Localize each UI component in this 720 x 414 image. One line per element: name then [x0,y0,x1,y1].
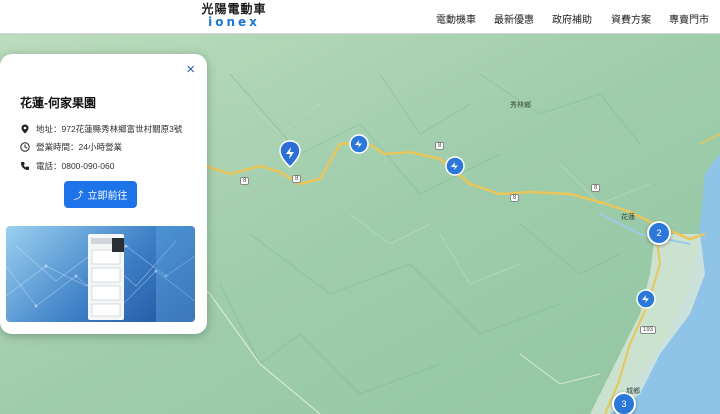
top-header: 光陽電動車 ionex 電動機車 最新優惠 政府補助 資費方案 專賣門市 [0,0,720,34]
navigate-label: 立即前往 [87,191,128,202]
charging-station-photo [6,226,195,322]
clock-icon [20,142,30,152]
phone-row: 電話：0800-090-060 [20,160,114,172]
location-pin-icon [21,124,29,134]
place-label: 秀林鄉 [510,102,531,109]
logo-en-text: ionex [208,15,260,29]
road-shield: 8 [435,142,445,150]
navigate-button[interactable]: ⤴ 立即前往 [64,181,137,208]
ionex-logo[interactable]: 光陽電動車 ionex [194,3,274,29]
charging-station-icon [445,156,465,176]
charging-pin-icon [279,140,301,168]
nav-pricing[interactable]: 資費方案 [611,11,651,26]
phone-text[interactable]: 電話：0800-090-060 [36,160,114,172]
nav-subsidy[interactable]: 政府補助 [552,11,592,26]
store-title: 花蓮-何家果園 [20,96,96,110]
nav-electric-scooter[interactable]: 電動機車 [436,11,476,26]
station-photo-illustration [6,226,195,322]
store-info-card: × 花蓮-何家果園 地址：972花蓮縣秀林鄉富世村關原3號 營業時間：24小時營… [0,54,207,334]
charging-station-icon [349,134,369,154]
hours-text: 營業時間：24小時營業 [36,142,122,152]
road-shield: 8 [292,175,302,183]
address-row: 地址：972花蓮縣秀林鄉富世村關原3號 [20,123,182,135]
road-shield: 8 [510,194,520,202]
station-cluster[interactable]: 2 [647,221,671,245]
directions-icon: ⤴ [73,191,84,202]
charging-station-icon [636,289,656,309]
address-text: 地址：972花蓮縣秀林鄉富世村關原3號 [36,124,183,134]
road-shield: 193 [640,326,657,334]
nav-promotions[interactable]: 最新優惠 [494,11,534,26]
close-icon[interactable]: × [186,62,195,78]
road-shield: 8 [591,184,601,192]
place-label: 城鄉 [626,388,640,395]
phone-icon [21,162,29,170]
road-shield: 8 [240,177,250,185]
hours-row: 營業時間：24小時營業 [20,141,122,153]
place-label: 花蓮 [621,214,635,221]
nav-stores[interactable]: 專賣門市 [669,11,709,26]
